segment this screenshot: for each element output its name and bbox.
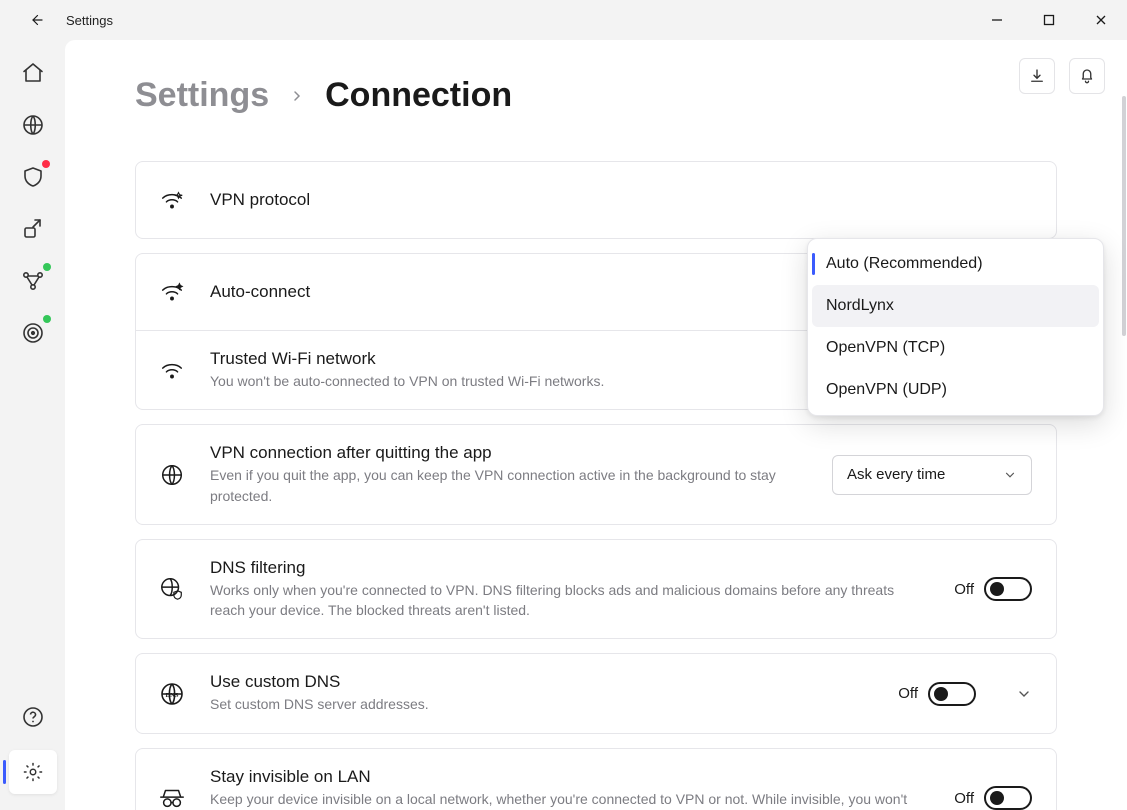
toggle-state: Off — [954, 581, 974, 598]
settings-page: Settings Connection VPN protocol Auto (R… — [65, 40, 1127, 810]
row-title: DNS filtering — [210, 558, 932, 578]
protocol-dropdown: Auto (Recommended) NordLynx OpenVPN (TCP… — [807, 238, 1104, 416]
nav-home-icon[interactable] — [20, 60, 46, 86]
download-button[interactable] — [1019, 58, 1055, 94]
dropdown-option-openvpn-tcp[interactable]: OpenVPN (TCP) — [812, 327, 1099, 369]
row-title: VPN protocol — [210, 190, 810, 210]
sparkle-wifi-icon — [156, 187, 188, 213]
breadcrumb-current: Connection — [325, 76, 512, 115]
nav-settings-active[interactable] — [9, 750, 57, 794]
row-desc: Even if you quit the app, you can keep t… — [210, 465, 810, 506]
window-controls — [971, 0, 1127, 40]
breadcrumb-parent[interactable]: Settings — [135, 76, 269, 115]
back-button[interactable] — [20, 4, 52, 36]
wifi-icon — [156, 357, 188, 383]
nav-shield-icon[interactable] — [20, 164, 46, 190]
row-desc: Works only when you're connected to VPN.… — [210, 580, 910, 621]
row-custom-dns: DNS Use custom DNS Set custom DNS server… — [135, 653, 1057, 733]
wifi-auto-icon — [156, 279, 188, 305]
scrollbar[interactable] — [1122, 96, 1126, 336]
row-desc: You won't be auto-connected to VPN on tr… — [210, 371, 910, 391]
maximize-button[interactable] — [1023, 0, 1075, 40]
row-title: VPN connection after quitting the app — [210, 443, 810, 463]
minimize-button[interactable] — [971, 0, 1023, 40]
quit-behavior-select[interactable]: Ask every time — [832, 455, 1032, 495]
notifications-button[interactable] — [1069, 58, 1105, 94]
incognito-icon — [156, 784, 188, 810]
nav-sidebar — [0, 40, 65, 810]
nav-devices-icon[interactable] — [20, 216, 46, 242]
nav-radar-icon[interactable] — [20, 320, 46, 346]
globe-icon — [156, 462, 188, 488]
title-bar: Settings — [0, 0, 1127, 40]
dropdown-option-auto[interactable]: Auto (Recommended) — [812, 243, 1099, 285]
nav-meshnet-icon[interactable] — [20, 268, 46, 294]
nav-help-icon[interactable] — [20, 704, 46, 730]
alert-badge — [42, 160, 50, 168]
dns-filter-toggle[interactable] — [984, 577, 1032, 601]
nav-globe-icon[interactable] — [20, 112, 46, 138]
expand-button[interactable] — [1016, 686, 1032, 702]
row-title: Use custom DNS — [210, 672, 876, 692]
svg-text:DNS: DNS — [165, 692, 178, 699]
dropdown-option-nordlynx[interactable]: NordLynx — [812, 285, 1099, 327]
chevron-down-icon — [1003, 468, 1017, 482]
breadcrumb: Settings Connection — [135, 76, 1057, 115]
status-badge — [43, 263, 51, 271]
dropdown-option-openvpn-udp[interactable]: OpenVPN (UDP) — [812, 369, 1099, 411]
custom-dns-toggle[interactable] — [928, 682, 976, 706]
row-invisible-lan: Stay invisible on LAN Keep your device i… — [135, 748, 1057, 810]
dns-icon: DNS — [156, 680, 188, 708]
chevron-down-icon — [1016, 686, 1032, 702]
row-desc: Keep your device invisible on a local ne… — [210, 789, 910, 810]
toggle-state: Off — [898, 685, 918, 702]
row-desc: Set custom DNS server addresses. — [210, 694, 876, 714]
row-title: Stay invisible on LAN — [210, 767, 932, 787]
row-connection-after-quit: VPN connection after quitting the app Ev… — [135, 424, 1057, 525]
content-area: Settings Connection VPN protocol Auto (R… — [65, 40, 1127, 810]
globe-shield-icon — [156, 576, 188, 602]
row-dns-filtering: DNS filtering Works only when you're con… — [135, 539, 1057, 640]
window-title: Settings — [66, 13, 113, 28]
toggle-state: Off — [954, 790, 974, 807]
header-actions — [1019, 58, 1105, 94]
select-value: Ask every time — [847, 466, 945, 483]
lan-toggle[interactable] — [984, 786, 1032, 810]
chevron-right-icon — [289, 88, 305, 104]
row-vpn-protocol: VPN protocol Auto (Recommended) — [135, 161, 1057, 239]
close-button[interactable] — [1075, 0, 1127, 40]
status-badge — [43, 315, 51, 323]
